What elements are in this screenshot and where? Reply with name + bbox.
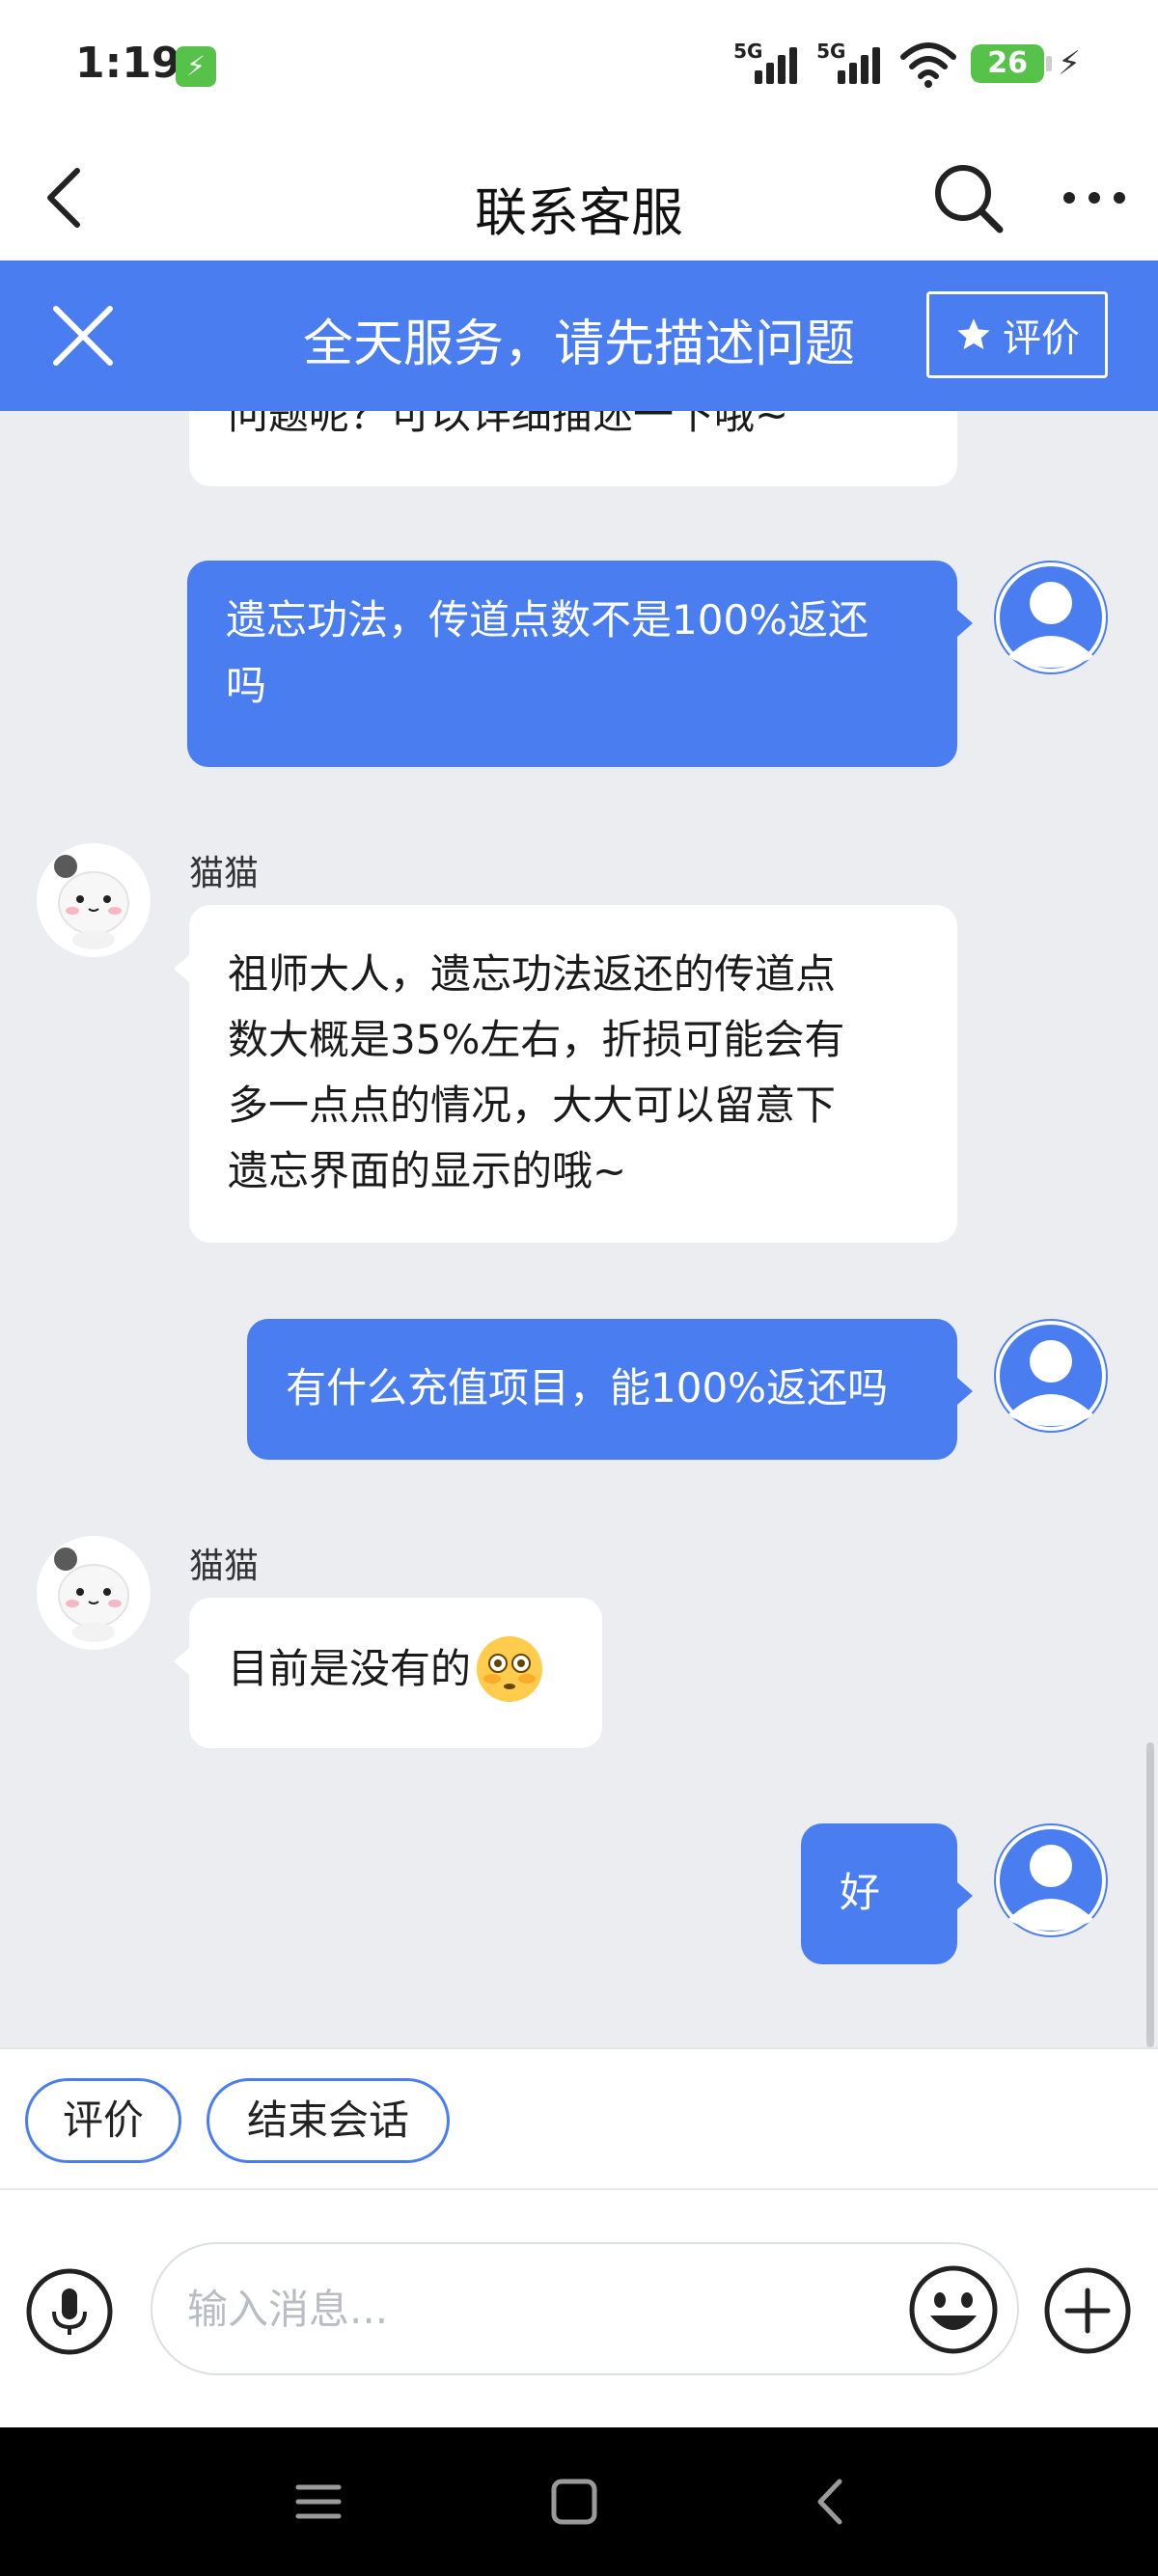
message-line: 好 xyxy=(840,1869,881,1916)
network-type-label: 5G xyxy=(816,40,846,63)
charging-icon: ⚡ xyxy=(176,46,216,87)
user-avatar[interactable] xyxy=(994,561,1108,674)
bubble-tail xyxy=(957,1882,973,1909)
star-icon xyxy=(957,318,990,349)
system-nav-bar xyxy=(0,2427,1158,2576)
status-bar: 1:19 ⚡ 5G 5G 26 ⚡ xyxy=(0,0,1158,135)
status-icons: 5G 5G 26 ⚡ xyxy=(733,35,1081,93)
message-line: 目前是没有的 xyxy=(228,1645,472,1692)
service-banner: 全天服务，请先描述问题 评价 xyxy=(0,260,1158,411)
user-message: 有什么充值项目，能100%返还吗 xyxy=(247,1319,957,1460)
home-icon[interactable] xyxy=(540,2468,608,2535)
message-input[interactable] xyxy=(151,2242,1019,2375)
chat-scrollbar[interactable] xyxy=(1146,1742,1154,2047)
network-type-label: 5G xyxy=(733,40,763,63)
user-avatar[interactable] xyxy=(994,1319,1108,1433)
battery-level: 26 xyxy=(971,44,1053,83)
message-line: 吗 xyxy=(226,662,267,709)
user-avatar-icon xyxy=(996,562,1106,672)
rate-button[interactable]: 评价 xyxy=(926,291,1108,378)
battery-charging-icon: ⚡ xyxy=(1058,44,1081,83)
agent-avatar[interactable] xyxy=(37,1536,151,1650)
sender-name: 猫猫 xyxy=(189,1547,260,1586)
cat-avatar-icon xyxy=(37,1536,151,1650)
rate-button-label: 评价 xyxy=(1003,316,1080,361)
cat-avatar-icon xyxy=(37,843,151,957)
add-attachment-icon[interactable] xyxy=(1042,2265,1133,2356)
user-message: 遗忘功法，传道点数不是100%返还 吗 xyxy=(187,561,957,767)
quick-reply-rate[interactable]: 评价 xyxy=(25,2078,181,2163)
agent-message: 目前是没有的 xyxy=(189,1598,602,1748)
message-line: 数大概是35%左右，折损可能会有 xyxy=(228,1016,845,1063)
user-avatar-icon xyxy=(996,1321,1106,1431)
more-icon[interactable] xyxy=(1056,174,1133,222)
header: 联系客服 xyxy=(0,135,1158,260)
quick-reply-bar: 评价 结束会话 xyxy=(0,2047,1158,2188)
agent-avatar[interactable] xyxy=(37,843,151,957)
microphone-icon[interactable] xyxy=(25,2267,114,2356)
chat-area[interactable]: 问题呢？可以详细描述一下哦~ 遗忘功法，传道点数不是100%返还 吗 猫猫 祖师… xyxy=(0,411,1158,2047)
bubble-tail xyxy=(174,1648,189,1675)
status-time: 1:19 xyxy=(75,39,181,88)
input-bar xyxy=(0,2188,1158,2427)
user-message: 好 xyxy=(801,1823,957,1964)
nav-back-icon[interactable] xyxy=(797,2468,865,2535)
user-avatar-icon xyxy=(996,1825,1106,1935)
message-line: 有什么充值项目，能100%返还吗 xyxy=(286,1364,889,1411)
user-avatar[interactable] xyxy=(994,1823,1108,1937)
agent-message: 问题呢？可以详细描述一下哦~ xyxy=(189,411,957,486)
quick-reply-end-session[interactable]: 结束会话 xyxy=(207,2078,450,2163)
search-icon[interactable] xyxy=(926,156,1009,239)
signal-icon: 5G xyxy=(816,38,886,90)
sender-name: 猫猫 xyxy=(189,854,260,893)
message-line: 问题呢？可以详细描述一下哦~ xyxy=(228,411,789,438)
bubble-tail xyxy=(957,610,973,637)
message-line: 遗忘界面的显示的哦~ xyxy=(228,1147,627,1194)
flushed-face-emoji xyxy=(477,1636,543,1702)
signal-icon: 5G xyxy=(733,38,803,90)
wifi-icon xyxy=(900,42,957,88)
bubble-tail xyxy=(174,955,189,982)
emoji-icon[interactable] xyxy=(907,2263,1000,2356)
message-line: 多一点点的情况，大大可以留意下 xyxy=(228,1082,837,1129)
bubble-tail xyxy=(957,1378,973,1405)
message-line: 祖师大人，遗忘功法返还的传道点 xyxy=(228,950,837,998)
message-line: 遗忘功法，传道点数不是100%返还 xyxy=(226,596,869,644)
menu-icon[interactable] xyxy=(285,2468,352,2535)
agent-message: 祖师大人，遗忘功法返还的传道点 数大概是35%左右，折损可能会有 多一点点的情况… xyxy=(189,905,957,1243)
